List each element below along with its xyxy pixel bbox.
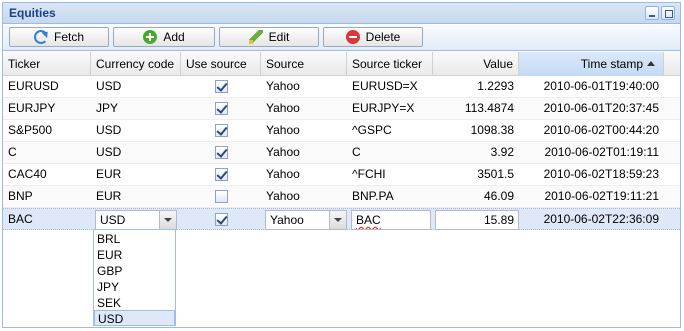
cell-ticker: EURJPY — [8, 101, 56, 115]
chevron-down-icon[interactable] — [329, 211, 346, 229]
currency-option[interactable]: BRL — [94, 231, 175, 247]
currency-option[interactable]: GBP — [94, 263, 175, 279]
chevron-down-icon[interactable] — [159, 211, 176, 229]
source-ticker-input-value: BAC — [356, 213, 381, 227]
cell-currency: USD — [96, 123, 122, 137]
value-input-value: 15.89 — [483, 213, 514, 227]
currency-option[interactable]: JPY — [94, 279, 175, 295]
cell-timestamp: 2010-06-01T19:40:00 — [543, 79, 659, 93]
cell-ticker: CAC40 — [8, 167, 47, 181]
cell-timestamp: 2010-06-02T01:19:11 — [544, 145, 659, 159]
table-row[interactable]: S&P500 USD Yahoo ^GSPC 1098.38 2010-06-0… — [3, 120, 680, 142]
cell-timestamp: 2010-06-02T18:59:23 — [543, 167, 659, 181]
cell-timestamp: 2010-06-02T00:44:20 — [543, 123, 659, 137]
cell-source-ticker: BNP.PA — [352, 189, 394, 203]
cell-timestamp: 2010-06-01T20:37:45 — [543, 101, 659, 115]
column-header-source[interactable]: Source — [261, 52, 347, 76]
edit-button-label: Edit — [268, 30, 290, 44]
cell-ticker: S&P500 — [8, 123, 53, 137]
cell-source-ticker: EURJPY=X — [352, 101, 415, 115]
edit-button[interactable]: Edit — [219, 27, 319, 47]
cell-source-ticker: EURUSD=X — [352, 79, 418, 93]
use-source-checkbox[interactable] — [215, 80, 228, 93]
source-ticker-input[interactable]: BAC — [351, 210, 431, 230]
value-input[interactable]: 15.89 — [435, 210, 519, 230]
cell-source-ticker: C — [352, 145, 361, 159]
column-header-timestamp[interactable]: Time stamp — [519, 52, 664, 76]
use-source-checkbox[interactable] — [215, 168, 228, 181]
currency-combo-value: USD — [100, 213, 126, 227]
toolbar: Fetch Add Edit Delete — [3, 25, 680, 51]
column-header-currency[interactable]: Currency code — [91, 52, 181, 76]
table-row[interactable]: BNP EUR Yahoo BNP.PA 46.09 2010-06-02T19… — [3, 186, 680, 208]
cell-source: Yahoo — [266, 123, 300, 137]
column-menu-area — [664, 52, 680, 76]
cell-ticker: EURUSD — [8, 79, 59, 93]
cell-ticker: C — [8, 145, 17, 159]
column-header-ticker[interactable]: Ticker — [3, 52, 91, 76]
add-button-label: Add — [163, 30, 185, 44]
minimize-icon[interactable] — [645, 6, 659, 20]
source-combo[interactable]: Yahoo — [265, 210, 347, 230]
cell-source-ticker: ^GSPC — [352, 123, 392, 137]
use-source-checkbox[interactable] — [215, 146, 228, 159]
maximize-icon[interactable] — [661, 6, 675, 20]
cell-currency: USD — [96, 145, 122, 159]
cell-ticker: BNP — [8, 189, 33, 203]
delete-button-label: Delete — [365, 30, 401, 44]
use-source-checkbox[interactable] — [215, 124, 228, 137]
cell-source-ticker: ^FCHI — [352, 167, 386, 181]
table-row[interactable]: EURJPY JPY Yahoo EURJPY=X 113.4874 2010-… — [3, 98, 680, 120]
add-button[interactable]: Add — [113, 27, 215, 47]
editing-row[interactable]: BAC USD Yahoo BAC 15.89 2010-06-02T22:36… — [3, 208, 680, 230]
delete-icon — [345, 30, 360, 44]
cell-currency: EUR — [96, 167, 122, 181]
cell-source: Yahoo — [266, 145, 300, 159]
currency-option[interactable]: EUR — [94, 247, 175, 263]
cell-source: Yahoo — [266, 101, 300, 115]
column-header-source-ticker[interactable]: Source ticker — [347, 52, 433, 76]
fetch-button[interactable]: Fetch — [9, 27, 109, 47]
refresh-icon — [33, 30, 48, 44]
use-source-checkbox[interactable] — [215, 102, 228, 115]
cell-value: 113.4874 — [464, 101, 514, 115]
panel-titlebar: Equities — [3, 3, 680, 24]
cell-source: Yahoo — [266, 189, 300, 203]
cell-source: Yahoo — [266, 79, 300, 93]
cell-timestamp: 2010-06-02T22:36:09 — [543, 212, 659, 226]
cell-value: 1.2293 — [477, 79, 514, 93]
use-source-checkbox[interactable] — [215, 190, 228, 203]
cell-currency: JPY — [96, 101, 119, 115]
grid-header: Ticker Currency code Use source Source S… — [3, 52, 680, 76]
cell-value: 3.92 — [490, 145, 514, 159]
currency-option-selected[interactable]: USD — [94, 310, 175, 326]
cell-timestamp: 2010-06-02T19:11:21 — [544, 189, 659, 203]
cell-value: 46.09 — [483, 189, 514, 203]
cell-currency: USD — [96, 79, 122, 93]
delete-button[interactable]: Delete — [323, 27, 423, 47]
table-row[interactable]: EURUSD USD Yahoo EURUSD=X 1.2293 2010-06… — [3, 76, 680, 98]
currency-combo[interactable]: USD — [95, 210, 177, 230]
column-header-value[interactable]: Value — [433, 52, 519, 76]
fetch-button-label: Fetch — [53, 30, 84, 44]
table-row[interactable]: CAC40 EUR Yahoo ^FCHI 3501.5 2010-06-02T… — [3, 164, 680, 186]
column-header-use-source[interactable]: Use source — [181, 52, 261, 76]
column-header-timestamp-label: Time stamp — [580, 57, 643, 71]
cell-currency: EUR — [96, 189, 122, 203]
table-row[interactable]: C USD Yahoo C 3.92 2010-06-02T01:19:11 — [3, 142, 680, 164]
add-icon — [143, 30, 158, 44]
sort-ascending-icon — [647, 61, 655, 66]
cell-value: 3501.5 — [477, 167, 514, 181]
cell-value: 1098.38 — [470, 123, 514, 137]
cell-source: Yahoo — [266, 167, 300, 181]
use-source-checkbox[interactable] — [215, 213, 228, 226]
panel-title: Equities — [9, 6, 56, 20]
cell-ticker: BAC — [8, 212, 33, 226]
source-combo-value: Yahoo — [270, 213, 304, 227]
currency-option[interactable]: SEK — [94, 295, 175, 311]
currency-dropdown-list: BRL EUR GBP JPY SEK USD — [93, 229, 176, 326]
pencil-icon — [248, 30, 263, 44]
